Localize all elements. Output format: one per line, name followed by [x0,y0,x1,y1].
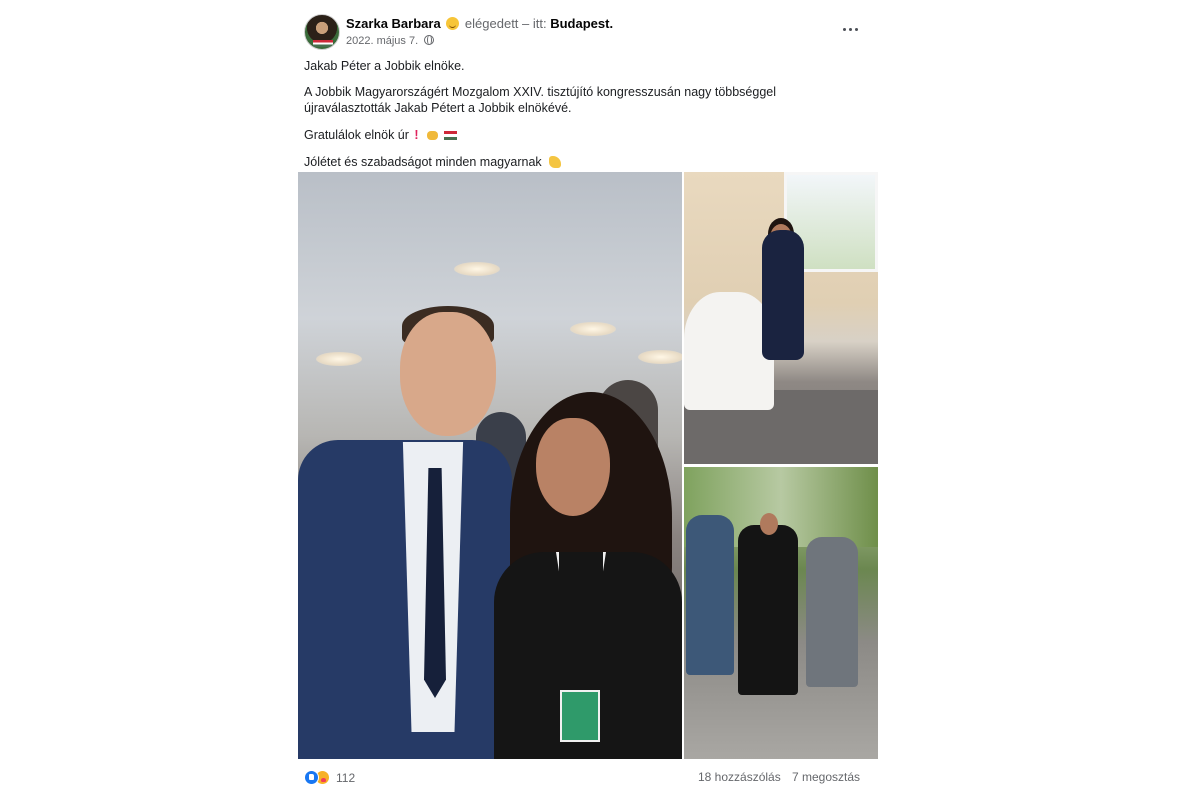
round-table [684,292,774,410]
name-badge [560,690,600,742]
exclamation-icon: ! [414,128,419,142]
globe-icon [424,35,435,45]
man-face [400,312,496,436]
post-line-3: Gratulálok elnök úr ! [304,127,864,143]
post-line-4-text: Jólétet és szabadságot minden magyarnak [304,155,542,169]
ceiling-light [316,352,362,366]
location-link[interactable]: Budapest. [550,16,613,31]
smiling-face-icon [446,17,460,30]
post-line-2: A Jobbik Magyarországért Mozgalom XXIV. … [304,84,864,116]
hungarian-flag-icon [313,40,333,47]
reactions-summary[interactable]: 112 [304,770,355,785]
woman-standing [762,230,804,360]
post-line-4: Jólétet és szabadságot minden magyarnak [304,154,864,170]
ceiling-light [638,350,682,364]
man-right [806,537,858,687]
post-meta: 2022. május 7. [346,35,435,47]
like-icon [304,770,319,785]
man-left [686,515,734,675]
ceiling-light [454,262,500,276]
post-line-3-text: Gratulálok elnök úr [304,128,409,142]
photo-bottom-right[interactable] [684,467,878,759]
feeling-text: elégedett – itt: [464,16,547,31]
author-avatar[interactable] [304,14,340,50]
woman-face [536,418,610,516]
woman-center [738,525,798,695]
post-line-1: Jakab Péter a Jobbik elnöke. [304,59,465,73]
comments-count-link[interactable]: 18 hozzászólás [698,770,781,784]
post-line-2a: A Jobbik Magyarországért Mozgalom XXIV. … [304,85,777,99]
reaction-count: 112 [336,770,356,785]
post-line-2b: újraválasztották Jakab Pétert a Jobbik e… [304,101,572,115]
post-date-link[interactable]: 2022. május 7. [346,35,418,47]
post-text: Jakab Péter a Jobbik elnöke. A Jobbik Ma… [304,58,864,181]
photo-top-right[interactable] [684,172,878,464]
woman-face [760,513,778,535]
post-header: Szarka Barbara elégedett – itt: Budapest… [346,16,613,31]
ceiling-light [570,322,616,336]
photo-main[interactable] [298,172,682,759]
flexed-biceps-icon [549,156,562,168]
flag-hungary-icon [443,131,457,140]
shares-count-link[interactable]: 7 megosztás [792,770,860,784]
fist-bump-icon [427,131,439,140]
more-options-button[interactable] [842,20,860,38]
facebook-post: Szarka Barbara elégedett – itt: Budapest… [298,8,878,795]
author-name-link[interactable]: Szarka Barbara [346,16,441,31]
